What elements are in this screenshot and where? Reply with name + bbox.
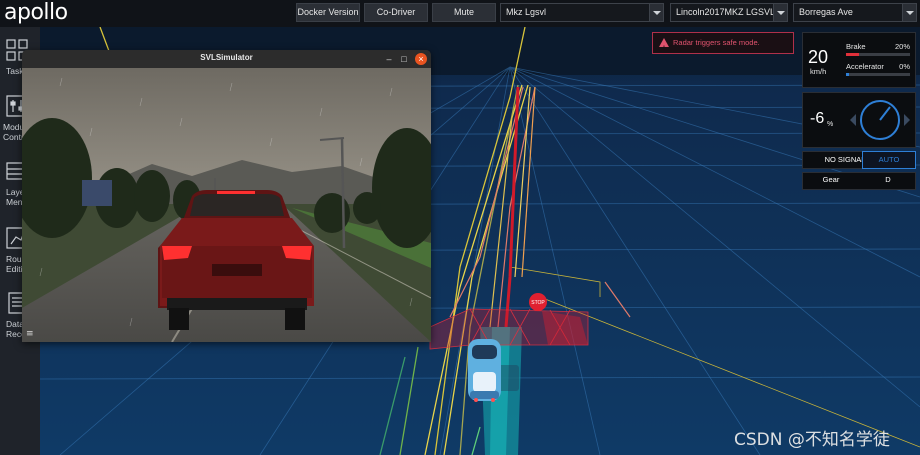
drive-mode-indicator: AUTO — [862, 151, 916, 169]
sidebar-item-label: Rou Editi — [6, 254, 23, 274]
steering-value: -6 — [810, 110, 825, 127]
chevron-down-icon — [773, 4, 787, 21]
brake-bar — [846, 53, 910, 56]
apollo-logo: apollo — [4, 0, 68, 25]
steering-unit: % — [827, 121, 834, 128]
brake-value: 20% — [894, 42, 910, 51]
accelerator-value: 0% — [899, 62, 910, 71]
gear-value: D — [885, 175, 891, 184]
brake-bar-fill — [846, 53, 859, 56]
steering-wheel-icon — [850, 100, 910, 140]
stop-sign-marker: STOP — [529, 293, 547, 311]
stop-sign-text: STOP — [531, 300, 545, 306]
chevron-down-icon — [649, 4, 663, 21]
brake-label: Brake — [846, 42, 866, 51]
simulator-title: SVLSimulator — [200, 53, 253, 62]
camera-scene: ≡ — [22, 68, 431, 342]
vehicle-select[interactable]: Lincoln2017MKZ LGSVL — [670, 3, 788, 22]
apollo-dreamview: STOP apollo Docker Version Co-Driver Mut… — [0, 0, 920, 455]
minimize-button[interactable]: – — [383, 53, 395, 65]
vehicle-select-value: Lincoln2017MKZ LGSVL — [676, 7, 776, 17]
alert-text: Radar triggers safe mode. — [673, 38, 760, 47]
docker-version-button[interactable]: Docker Version — [296, 3, 360, 22]
speed-unit: km/h — [810, 67, 827, 76]
chevron-down-icon — [902, 4, 916, 21]
accelerator-label: Accelerator — [846, 62, 884, 71]
close-button[interactable]: × — [415, 53, 427, 65]
co-driver-button[interactable]: Co-Driver — [364, 3, 428, 22]
menu-icon: ≡ — [26, 329, 34, 339]
map-select[interactable]: Borregas Ave — [793, 3, 917, 22]
sidebar-item-label: Task — [6, 66, 24, 76]
speed-value: 20 — [808, 47, 829, 67]
gear-label: Gear — [822, 175, 840, 184]
top-bar: apollo Docker Version Co-Driver Mute Mkz… — [0, 0, 920, 27]
simulator-titlebar[interactable]: SVLSimulator – □ × — [22, 50, 431, 68]
mute-button[interactable]: Mute — [432, 3, 496, 22]
accelerator-bar-fill — [846, 73, 849, 76]
building — [82, 180, 112, 206]
map-select-value: Borregas Ave — [799, 7, 853, 17]
simulator-camera-view[interactable]: ≡ — [22, 68, 431, 342]
maximize-button[interactable]: □ — [398, 53, 410, 65]
simulator-window[interactable]: SVLSimulator – □ × ≡ — [22, 50, 431, 342]
mode-select[interactable]: Mkz Lgsvl — [500, 3, 664, 22]
alert-banner: Radar triggers safe mode. — [652, 32, 794, 59]
watermark: CSDN @不知名学徒 — [734, 430, 890, 450]
warning-icon — [659, 38, 669, 59]
mode-select-value: Mkz Lgsvl — [506, 7, 547, 17]
accelerator-bar — [846, 73, 910, 76]
